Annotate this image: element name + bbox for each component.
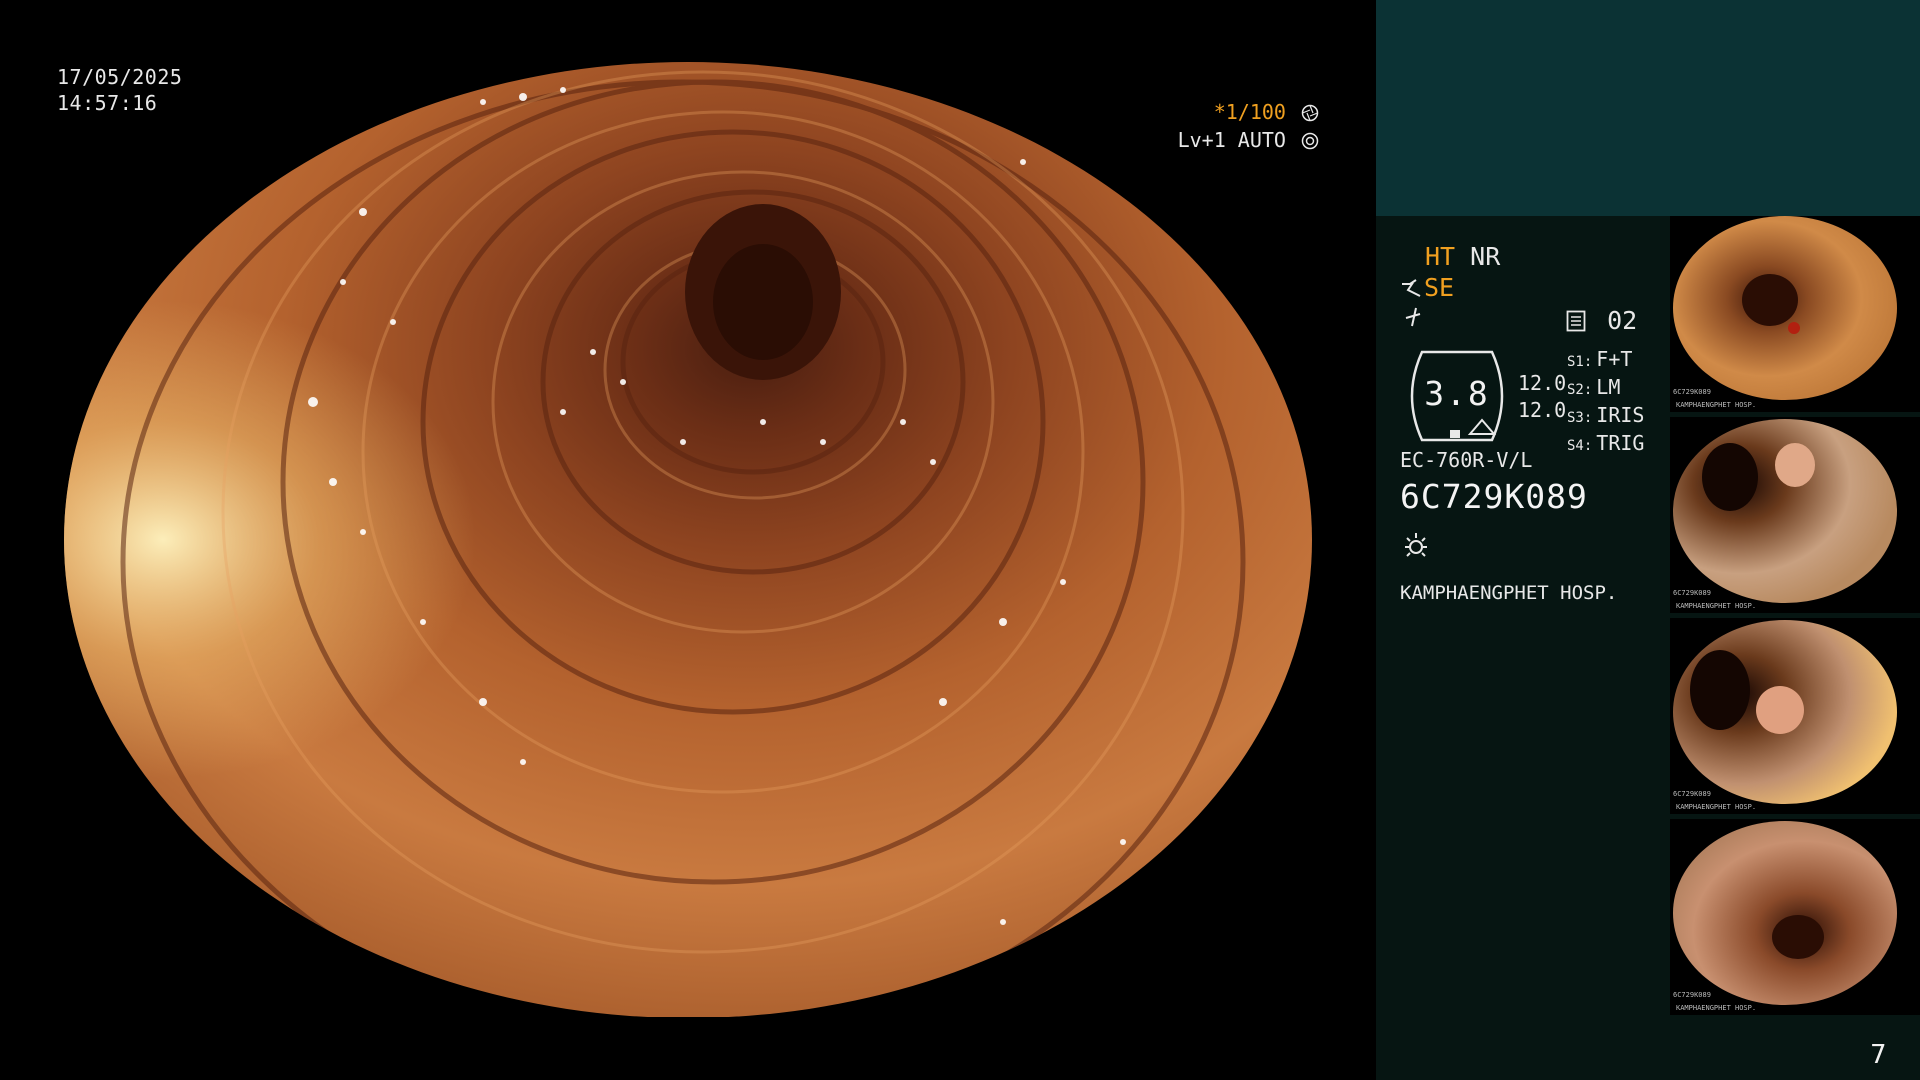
light-source-icon (1405, 533, 1427, 557)
gain-2: 12.0 (1518, 398, 1567, 422)
aperture-icon (1301, 104, 1319, 122)
memo-counter: 02 (1566, 306, 1637, 335)
scope-model: EC-760R-V/L (1400, 448, 1533, 472)
memo-icon (1566, 310, 1586, 332)
shutter-speed: *1/100 (1213, 100, 1286, 124)
structure-enhance-icon (1402, 279, 1421, 297)
page-number: 7 (1870, 1040, 1887, 1070)
exposure-indicator: *1/100 Lv+1 AUTO (1178, 98, 1319, 154)
auto-exposure-icon (1301, 132, 1319, 150)
mode-nr: NR (1470, 242, 1501, 271)
gain-values: 12.0 12.0 (1518, 370, 1566, 424)
panel-header-block (1376, 0, 1920, 216)
thumbnail-3[interactable]: 6C729K089 KAMPHAENGPHET HOSP. (1670, 618, 1920, 814)
switch-row: S2: LM (1567, 375, 1621, 399)
thumbnail-2[interactable]: 6C729K089 KAMPHAENGPHET HOSP. (1670, 417, 1920, 613)
exposure-level: Lv+1 AUTO (1177, 128, 1286, 152)
time-text: 14:57:16 (57, 91, 158, 115)
thumbnail-serial: 6C729K089 (1673, 991, 1711, 999)
thumbnail-caption: KAMPHAENGPHET HOSP. (1676, 803, 1757, 811)
thumbnail-4[interactable]: 6C729K089 KAMPHAENGPHET HOSP. (1670, 819, 1920, 1015)
switch-row: S1: F+T (1567, 347, 1633, 371)
color-mode-icon (1405, 307, 1421, 327)
date-text: 17/05/2025 (57, 65, 183, 89)
scope-switch-list: S1: F+T S2: LM S3: IRIS S4: TRIG (1567, 347, 1644, 459)
gauge-value: 3.8 (1424, 374, 1490, 413)
thumbnail-caption: KAMPHAENGPHET HOSP. (1676, 602, 1757, 610)
thumbnail-caption: KAMPHAENGPHET HOSP. (1676, 1004, 1757, 1012)
switch-row: S3: IRIS (1567, 403, 1645, 427)
mode-ht: HT (1425, 242, 1456, 271)
thumbnail-serial: 6C729K089 (1673, 790, 1711, 798)
date-time-display: 17/05/2025 14:57:16 (57, 64, 182, 116)
scope-serial: 6C729K089 (1400, 477, 1588, 516)
mode-ht-nr: HT NR (1425, 242, 1500, 271)
mode-se: SE (1424, 273, 1455, 302)
endoscopy-screen: 17/05/2025 14:57:16 *1/100 Lv+1 AUTO HT … (0, 0, 1920, 1080)
gain-1: 12.0 (1518, 371, 1567, 395)
brightness-gauge: 3.8 (1400, 350, 1514, 442)
mode-se-line: SE (1424, 273, 1454, 302)
endoscopic-view (63, 62, 1313, 1017)
thumbnail-serial: 6C729K089 (1673, 388, 1711, 396)
memo-count: 02 (1607, 306, 1638, 335)
thumbnail-serial: 6C729K089 (1673, 589, 1711, 597)
thumbnail-1[interactable]: 6C729K089 KAMPHAENGPHET HOSP. (1670, 216, 1920, 412)
switch-row: S4: TRIG (1567, 431, 1645, 455)
hospital-name: KAMPHAENGPHET HOSP. (1400, 582, 1618, 604)
thumbnail-caption: KAMPHAENGPHET HOSP. (1676, 401, 1757, 409)
